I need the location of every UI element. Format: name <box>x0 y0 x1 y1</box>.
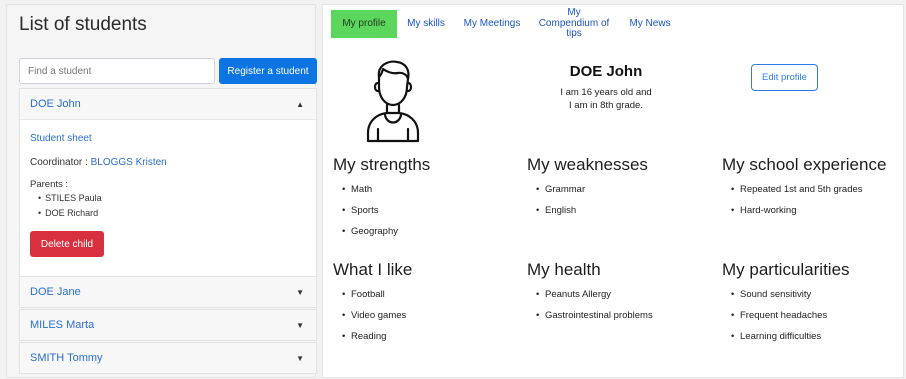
student-search-input[interactable] <box>19 58 215 84</box>
coordinator-line: Coordinator : BLOGGS Kristen <box>30 157 167 168</box>
parents-label: Parents : <box>30 179 69 190</box>
list-item: Repeated 1st and 5th grades <box>722 179 886 200</box>
chevron-down-icon: ▼ <box>296 353 304 363</box>
section-title: My weaknesses <box>527 155 648 174</box>
student-accordion-header[interactable]: DOE John ▲ <box>20 89 316 120</box>
list-item: Peanuts Allergy <box>527 284 653 305</box>
student-accordion-header[interactable]: SMITH Tommy ▼ <box>20 343 316 373</box>
parents-list: STILES Paula DOE Richard <box>38 193 102 223</box>
tab-my-news[interactable]: My News <box>619 10 681 38</box>
student-accordion-header[interactable]: DOE Jane ▼ <box>20 277 316 307</box>
student-bio-line: I am 16 years old and <box>560 87 652 98</box>
student-name: SMITH Tommy <box>30 352 103 364</box>
tab-my-compendium-of-tips[interactable]: My Compendium of tips <box>529 8 619 40</box>
student-bio: I am 16 years old and I am in 8th grade. <box>541 86 671 112</box>
list-item: Video games <box>333 305 412 326</box>
section-weaknesses: My weaknesses Grammar English <box>527 155 648 221</box>
student-name: DOE John <box>30 98 81 110</box>
register-student-button[interactable]: Register a student <box>219 58 317 84</box>
chevron-down-icon: ▼ <box>296 287 304 297</box>
section-title: My particularities <box>722 260 850 279</box>
student-bio-line: I am in 8th grade. <box>569 100 643 111</box>
list-item: Football <box>333 284 412 305</box>
list-item: Grammar <box>527 179 648 200</box>
profile-tabs: My profile My skills My Meetings My Comp… <box>331 8 681 40</box>
section-strengths: My strengths Math Sports Geography <box>333 155 430 242</box>
tab-my-skills[interactable]: My skills <box>397 10 455 38</box>
student-sheet-link[interactable]: Student sheet <box>30 133 92 144</box>
section-list: Sound sensitivity Frequent headaches Lea… <box>722 284 850 347</box>
student-full-name: DOE John <box>569 63 643 80</box>
list-item: English <box>527 200 648 221</box>
list-item: Gastrointestinal problems <box>527 305 653 326</box>
parent-item: DOE Richard <box>38 208 102 223</box>
section-list: Peanuts Allergy Gastrointestinal problem… <box>527 284 653 326</box>
delete-child-button[interactable]: Delete child <box>30 231 104 257</box>
student-accordion-item: DOE John ▲ Student sheet Coordinator : B… <box>19 88 317 281</box>
tab-my-meetings[interactable]: My Meetings <box>455 10 529 38</box>
coordinator-label: Coordinator : <box>30 157 91 168</box>
list-item: Hard-working <box>722 200 886 221</box>
section-list: Repeated 1st and 5th grades Hard-working <box>722 179 886 221</box>
list-item: Geography <box>333 221 430 242</box>
list-item: Sports <box>333 200 430 221</box>
student-accordion-item: DOE Jane ▼ <box>19 276 317 308</box>
section-title: What I like <box>333 260 413 279</box>
section-health: My health Peanuts Allergy Gastrointestin… <box>527 260 653 326</box>
parent-item: STILES Paula <box>38 193 102 208</box>
edit-profile-button[interactable]: Edit profile <box>751 64 818 91</box>
section-what-i-like: What I like Football Video games Reading <box>333 260 412 347</box>
section-particularities: My particularities Sound sensitivity Fre… <box>722 260 850 347</box>
student-profile-panel: My profile My skills My Meetings My Comp… <box>322 4 904 378</box>
list-item: Reading <box>333 326 412 347</box>
section-list: Grammar English <box>527 179 648 221</box>
list-item: Frequent headaches <box>722 305 850 326</box>
student-list-title: List of students <box>19 14 147 35</box>
student-accordion-item: SMITH Tommy ▼ <box>19 342 317 374</box>
student-list-panel: List of students Register a student DOE … <box>6 4 317 378</box>
chevron-up-icon: ▲ <box>296 99 304 109</box>
coordinator-link[interactable]: BLOGGS Kristen <box>91 157 167 168</box>
section-title: My strengths <box>333 155 431 174</box>
list-item: Sound sensitivity <box>722 284 850 305</box>
section-school-experience: My school experience Repeated 1st and 5t… <box>722 155 886 221</box>
student-avatar-icon <box>366 60 420 143</box>
student-accordion-item: MILES Marta ▼ <box>19 309 317 341</box>
list-item: Math <box>333 179 430 200</box>
section-list: Math Sports Geography <box>333 179 430 242</box>
student-name: MILES Marta <box>30 319 95 331</box>
section-title: My school experience <box>722 155 887 174</box>
tab-my-profile[interactable]: My profile <box>331 10 397 38</box>
list-item: Learning difficulties <box>722 326 850 347</box>
student-name: DOE Jane <box>30 286 81 298</box>
chevron-down-icon: ▼ <box>296 320 304 330</box>
section-title: My health <box>527 260 601 279</box>
student-accordion-header[interactable]: MILES Marta ▼ <box>20 310 316 340</box>
student-details: Student sheet Coordinator : BLOGGS Krist… <box>20 120 316 280</box>
section-list: Football Video games Reading <box>333 284 412 347</box>
